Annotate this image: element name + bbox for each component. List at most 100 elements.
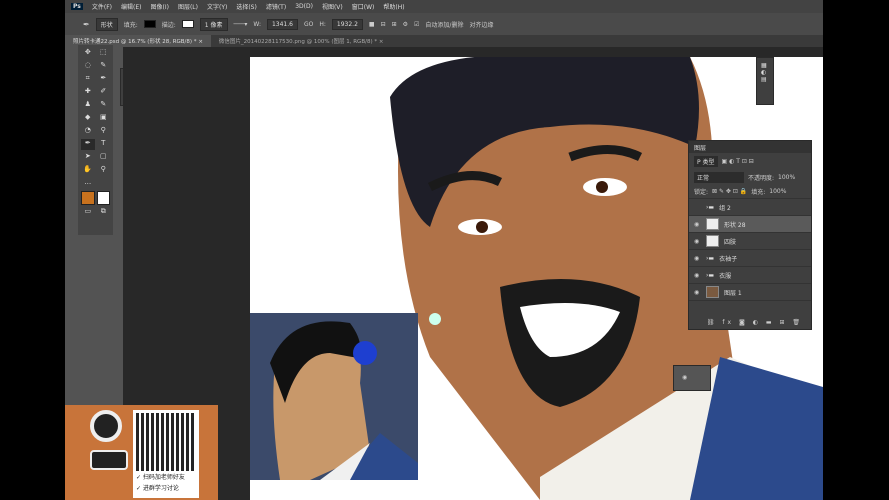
phone-image (90, 450, 128, 470)
layer-name: 四肢 (724, 238, 737, 246)
layer-row[interactable]: ›▬ 组 2 (689, 199, 811, 216)
path-arrange-icon[interactable]: ⊞ (392, 21, 397, 28)
toolbar: ✥ ⬚ ◌ ✎ ⌗ ✒ ✚ ✐ ♟ ✎ ◆ ▣ ◔ ⚲ ✒ T ➤ ▢ ✋ ⚲ … (78, 45, 113, 235)
promo-line-2: ✓ 进群学习讨论 (136, 485, 179, 492)
menu-edit[interactable]: 编辑(E) (121, 2, 141, 11)
lock-icons[interactable]: ⊠ ✎ ✥ ⊡ 🔒 (712, 188, 747, 195)
link-icon[interactable]: GO (304, 21, 313, 28)
photoshop-window: Ps 文件(F) 编辑(E) 图像(I) 图层(L) 文字(Y) 选择(S) 滤… (65, 0, 823, 500)
stroke-width-select[interactable]: 1 像素 (199, 17, 228, 31)
menu-file[interactable]: 文件(F) (92, 2, 112, 11)
eye-icon[interactable]: ◉ (694, 289, 701, 296)
history-brush-icon[interactable]: ✎ (97, 100, 111, 111)
stroke-label: 描边: (161, 21, 176, 29)
opacity-input[interactable]: 100% (778, 174, 795, 181)
close-icon[interactable]: × (379, 39, 384, 45)
tab-document-2[interactable]: 微信图片_20140228117530.png @ 100% (图层 1, RG… (211, 35, 392, 47)
pen-tool-icon[interactable]: ✒ (83, 20, 90, 29)
filter-icons[interactable]: ▣ ◐ T ⊡ ⊟ (722, 158, 754, 165)
eyedropper-icon[interactable]: ✒ (97, 74, 111, 85)
layer-row[interactable]: ◉ 四肢 (689, 233, 811, 250)
gradient-tool-icon[interactable]: ▣ (97, 113, 111, 124)
fill-swatch[interactable] (143, 20, 156, 28)
eye-icon[interactable]: ◉ (682, 374, 687, 381)
dodge-tool-icon[interactable]: ⚲ (97, 126, 111, 137)
options-bar: ✒ 形状 填充: 描边: 1 像素 ───▾ W: 1341.6 GO H: 1… (65, 13, 823, 35)
crop-tool-icon[interactable]: ⌗ (81, 74, 95, 85)
layer-row[interactable]: ◉ 形状 28 (689, 216, 811, 233)
layers-panel: 图层 P 类型 ▣ ◐ T ⊡ ⊟ 正常 不透明度: 100% 锁定: ⊠ ✎ … (688, 140, 812, 330)
close-icon[interactable]: × (198, 39, 203, 45)
pen-tool-icon[interactable]: ✒ (81, 139, 95, 150)
gear-icon[interactable]: ⚙ (403, 21, 408, 28)
fill-label: 填充: (751, 189, 766, 196)
width-input[interactable]: 1341.6 (266, 18, 298, 30)
eye-icon[interactable]: ◉ (694, 238, 701, 245)
path-align-icon[interactable]: ⊟ (381, 21, 386, 28)
blur-tool-icon[interactable]: ◔ (81, 126, 95, 137)
stroke-style-select[interactable]: ───▾ (234, 21, 248, 28)
lasso-tool-icon[interactable]: ◌ (81, 61, 95, 72)
background-color[interactable] (96, 191, 110, 205)
layer-thumbnail (706, 235, 719, 247)
blend-mode-select[interactable]: 正常 (694, 172, 744, 183)
menu-view[interactable]: 视图(V) (322, 2, 343, 11)
promo-line-1: ✓ 扫码加老师好友 (136, 474, 185, 481)
document-tabs: 照片转卡通22.psd @ 16.7% (形状 28, RGB/8) * × 微… (65, 35, 823, 47)
reference-photo (250, 313, 418, 480)
layer-row[interactable]: ◉ ›▬ 衣袖子 (689, 250, 811, 267)
layer-name: 形状 28 (724, 221, 746, 229)
more-tools-icon[interactable]: … (81, 178, 95, 189)
magic-wand-icon[interactable]: ✎ (97, 61, 111, 72)
layer-row[interactable]: ◉ 图层 1 (689, 284, 811, 301)
opacity-label: 不透明度: (748, 175, 775, 182)
foreground-color[interactable] (81, 191, 95, 205)
zoom-tool-icon[interactable]: ⚲ (97, 165, 111, 176)
w-label: W: (253, 20, 261, 28)
move-tool-icon[interactable]: ✥ (81, 48, 95, 59)
properties-icon[interactable]: ▤ (761, 76, 769, 83)
menu-window[interactable]: 窗口(W) (352, 2, 375, 11)
path-ops-icon[interactable]: ■ (369, 21, 375, 28)
shape-tool-icon[interactable]: ▢ (97, 152, 111, 163)
folder-icon: ›▬ (706, 254, 715, 262)
menu-filter[interactable]: 滤镜(T) (266, 2, 286, 11)
layer-name: 图层 1 (724, 289, 742, 297)
floating-tool-hint: ◉ (673, 365, 711, 391)
eye-icon[interactable]: ◉ (694, 221, 701, 228)
menu-select[interactable]: 选择(S) (236, 2, 257, 11)
reference-photo-image (250, 313, 418, 480)
stamp-tool-icon[interactable]: ♟ (81, 100, 95, 111)
brush-tool-icon[interactable]: ✐ (97, 87, 111, 98)
eye-icon[interactable]: ◉ (694, 255, 701, 262)
adjust-icon[interactable]: ▦ (761, 62, 769, 69)
mode-select[interactable]: 形状 (95, 17, 118, 31)
folder-icon: ›▬ (706, 271, 715, 279)
type-tool-icon[interactable]: T (97, 139, 111, 150)
healing-tool-icon[interactable]: ✚ (81, 87, 95, 98)
stroke-swatch[interactable] (181, 20, 194, 28)
menu-help[interactable]: 帮助(H) (383, 2, 404, 11)
layer-actions[interactable]: ⛓ fx ◙ ◐ ▬ ⊞ 🗑 (707, 319, 803, 326)
marquee-tool-icon[interactable]: ⬚ (97, 48, 111, 59)
qr-code (136, 413, 196, 471)
menu-3d[interactable]: 3D(D) (295, 3, 313, 10)
auto-add-checkbox[interactable]: ☑ (414, 21, 419, 28)
screen-mode-icon[interactable]: ⧉ (97, 207, 111, 218)
layer-name: 衣袖子 (719, 255, 738, 263)
menu-layer[interactable]: 图层(L) (178, 2, 198, 11)
quick-mask-icon[interactable]: ▭ (81, 207, 95, 218)
path-select-icon[interactable]: ➤ (81, 152, 95, 163)
fill-input[interactable]: 100% (769, 188, 786, 195)
menu-type[interactable]: 文字(Y) (207, 2, 227, 11)
align-edges-label[interactable]: 对齐边缘 (469, 20, 493, 29)
color-icon[interactable]: ◐ (761, 69, 769, 76)
layer-filter-select[interactable]: P 类型 (694, 156, 718, 167)
adjustments-mini-panel: ▦ ◐ ▤ (756, 57, 774, 105)
eraser-tool-icon[interactable]: ◆ (81, 113, 95, 124)
menu-image[interactable]: 图像(I) (151, 2, 169, 11)
layer-row[interactable]: ◉ ›▬ 衣服 (689, 267, 811, 284)
hand-tool-icon[interactable]: ✋ (81, 165, 95, 176)
height-input[interactable]: 1932.2 (331, 18, 363, 30)
eye-icon[interactable]: ◉ (694, 272, 701, 279)
